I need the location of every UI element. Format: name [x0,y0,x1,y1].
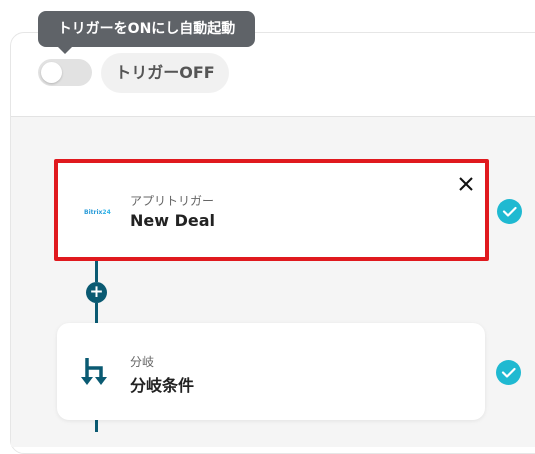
close-icon[interactable] [457,175,475,193]
trigger-tooltip: トリガーをONにし自動起動 [38,11,255,54]
step-category: アプリトリガー [130,194,215,208]
check-icon [497,199,522,224]
bitrix24-logo: Bitrix24 [84,209,111,216]
trigger-toggle[interactable] [38,59,92,86]
logo-text: Bitrix [84,209,103,216]
connector-line [95,420,98,432]
trigger-step-card[interactable]: Bitrix24 アプリトリガー New Deal [54,159,489,261]
branch-icon [81,358,107,385]
step-title: 分岐条件 [130,376,195,395]
toggle-knob [41,62,62,83]
branch-step-card[interactable]: 分岐 分岐条件 [57,323,485,420]
step-title: New Deal [130,211,216,230]
connector-line [95,303,98,323]
trigger-status-label: トリガーOFF [101,53,229,93]
check-icon [496,360,521,385]
logo-number: 24 [102,209,111,216]
add-step-button[interactable]: + [86,282,107,303]
step-category: 分岐 [130,355,155,369]
